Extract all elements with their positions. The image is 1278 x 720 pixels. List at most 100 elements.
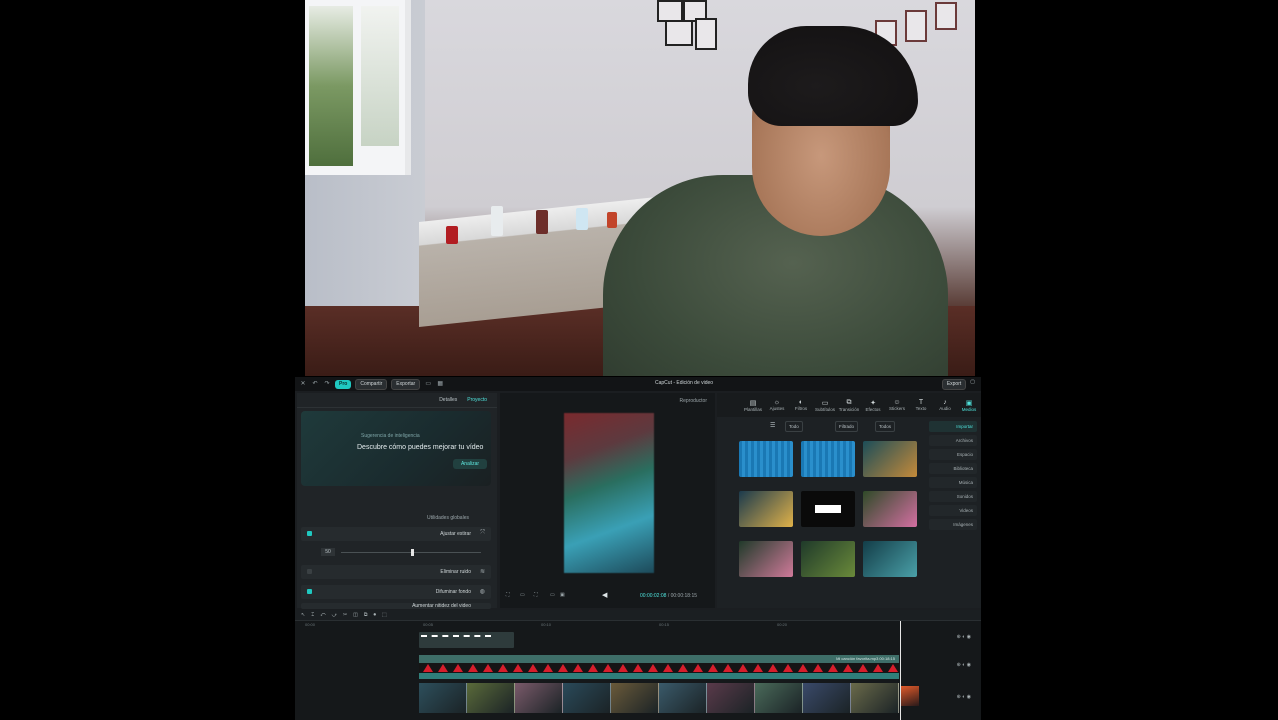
media-thumbnail[interactable]: 0:09 xyxy=(801,541,855,577)
checkbox-off[interactable] xyxy=(307,569,312,574)
media-tool-7[interactable]: ◐ Filtros xyxy=(789,399,813,411)
ratio-icon[interactable]: ▭ xyxy=(550,592,555,598)
layout-icon[interactable]: ▭ xyxy=(424,380,432,388)
redo-icon[interactable]: ↷ xyxy=(323,380,331,388)
adjustment-clip[interactable] xyxy=(419,673,899,679)
media-thumbnail[interactable]: 0:07 xyxy=(739,441,793,477)
media-side-item[interactable]: Archivos xyxy=(929,435,977,446)
timeline-tool-icon[interactable]: ◫ xyxy=(353,612,358,618)
ratio-icon[interactable]: ▭ xyxy=(520,592,525,598)
media-tool-9[interactable]: ▤ Plantillas xyxy=(741,399,765,412)
timeline-tool-icon[interactable]: ⤺ xyxy=(320,612,325,618)
pro-button[interactable]: Pro xyxy=(335,379,352,389)
media-side-item[interactable]: Música xyxy=(929,477,977,488)
media-thumbnail[interactable]: 0:11 xyxy=(739,541,793,577)
media-tool-0[interactable]: ▣ Medios xyxy=(957,399,981,412)
ruler-tick-label: 00:15 xyxy=(659,622,670,627)
media-tool-1[interactable]: ♪ Audio xyxy=(933,399,957,411)
video-clip[interactable] xyxy=(419,683,899,713)
share-button[interactable]: Compartir xyxy=(355,378,388,390)
media-thumbnail[interactable]: 0:08 xyxy=(801,491,855,527)
filter-sort[interactable]: Todo xyxy=(785,421,803,432)
list-view-icon[interactable]: ☰ xyxy=(770,422,775,429)
warning-triangle-icon xyxy=(543,664,553,672)
media-thumbnail[interactable]: 0:05 xyxy=(801,441,855,477)
timeline-tool-icon[interactable]: ⧉ xyxy=(364,612,368,618)
video-segment[interactable] xyxy=(611,683,659,713)
media-side-item[interactable]: Sonidos xyxy=(929,491,977,502)
minimize-icon[interactable]: ▢ xyxy=(970,379,975,390)
export-button[interactable]: Export xyxy=(941,379,967,390)
tab-details[interactable]: Detalles xyxy=(439,397,457,403)
media-thumbnail[interactable]: 0:03 xyxy=(863,441,917,477)
tool-icon: ▤ xyxy=(749,399,757,407)
timeline-tool-icon[interactable]: ⬚ xyxy=(382,612,387,618)
fullscreen-icon[interactable]: ⛶ xyxy=(506,592,510,598)
timeline-tool-icon[interactable]: ⤻ xyxy=(332,612,337,618)
timeline-tool-icon[interactable]: ✂ xyxy=(343,612,347,618)
audio-clip[interactable]: Mi canción favorita.mp3 00:18:15 xyxy=(419,655,899,663)
video-segment[interactable] xyxy=(659,683,707,713)
media-side-item[interactable]: Espacio xyxy=(929,449,977,460)
media-tool-4[interactable]: ✦ Efectos xyxy=(861,399,885,412)
video-segment[interactable] xyxy=(755,683,803,713)
timeline-ruler[interactable]: 00:00 00:05 00:10 00:15 00:20 xyxy=(295,621,981,629)
property-row[interactable]: Aumentar nitidez del video xyxy=(301,603,491,609)
video-segment[interactable] xyxy=(707,683,755,713)
crop-icon[interactable]: ⛶ xyxy=(534,592,538,598)
intensity-slider[interactable]: 50 xyxy=(301,545,491,559)
checkbox-on[interactable] xyxy=(307,531,312,536)
video-segment[interactable] xyxy=(419,683,467,713)
video-preview[interactable] xyxy=(564,413,654,573)
media-filter-bar: Todos Filtrado Todo ☰ xyxy=(725,421,925,432)
warning-triangle-icon xyxy=(648,664,658,672)
tab-project[interactable]: Proyecto xyxy=(467,397,487,403)
video-segment[interactable] xyxy=(803,683,851,713)
media-side-item[interactable]: Videos xyxy=(929,505,977,516)
section-label: Utilidades globales xyxy=(427,515,469,521)
video-segment[interactable] xyxy=(563,683,611,713)
media-side-item[interactable]: Biblioteca xyxy=(929,463,977,474)
media-tool-3[interactable]: ☺ Stickers xyxy=(885,399,909,411)
media-tool-8[interactable]: ☼ Ajustes xyxy=(765,399,789,411)
track-controls[interactable]: ⊕ ◐ ◉ xyxy=(921,694,971,702)
slider-knob[interactable] xyxy=(411,549,414,556)
timeline-tool-icon[interactable]: ↖ xyxy=(301,612,305,618)
track-controls[interactable]: ⊕ ◐ ◉ xyxy=(921,634,971,642)
checkbox-on[interactable] xyxy=(307,589,312,594)
playhead[interactable] xyxy=(900,621,901,720)
play-icon[interactable]: ◀ xyxy=(602,591,607,599)
effect-clip[interactable] xyxy=(419,663,899,673)
end-thumbnail[interactable] xyxy=(901,686,919,706)
tool-label: Medios xyxy=(961,406,977,412)
analyze-button[interactable]: Analizar xyxy=(453,459,487,469)
close-icon[interactable]: ✕ xyxy=(299,380,307,388)
grid-icon[interactable]: ▦ xyxy=(436,380,444,388)
video-segment[interactable] xyxy=(515,683,563,713)
timeline-tool-icon[interactable]: ⏺ xyxy=(373,612,376,618)
media-tool-2[interactable]: T Texto xyxy=(909,399,933,411)
media-thumbnail[interactable]: 0:04 xyxy=(863,491,917,527)
wall-frame xyxy=(935,2,957,30)
video-segment[interactable] xyxy=(851,683,899,713)
export-pill[interactable]: Exportar xyxy=(391,378,421,390)
media-side-item[interactable]: Importar xyxy=(929,421,977,432)
filter-all[interactable]: Todos xyxy=(875,421,896,432)
filter-filtered[interactable]: Filtrado xyxy=(835,421,859,432)
property-row[interactable]: Ajustar estirar ⤧ xyxy=(301,527,491,541)
property-row[interactable]: Difuminar fondo ◍ xyxy=(301,585,491,599)
media-tool-6[interactable]: ▭ Subtítulos xyxy=(813,399,837,412)
snapshot-icon[interactable]: ▣ xyxy=(560,592,565,598)
media-side-item[interactable]: Imágenes xyxy=(929,519,977,530)
media-tool-5[interactable]: ⧉ Transición xyxy=(837,399,861,412)
warning-triangle-icon xyxy=(423,664,433,672)
warning-triangle-icon xyxy=(453,664,463,672)
track-controls[interactable]: ⊕ ◐ ◉ xyxy=(921,662,971,670)
undo-icon[interactable]: ↶ xyxy=(311,380,319,388)
video-segment[interactable] xyxy=(467,683,515,713)
property-row[interactable]: Eliminar ruido ≋ xyxy=(301,565,491,579)
media-thumbnail[interactable]: 0:10 xyxy=(863,541,917,577)
slider-value[interactable]: 50 xyxy=(321,548,335,556)
timeline-tool-icon[interactable]: ⌶ xyxy=(311,612,314,618)
media-thumbnail[interactable]: 0:06 xyxy=(739,491,793,527)
